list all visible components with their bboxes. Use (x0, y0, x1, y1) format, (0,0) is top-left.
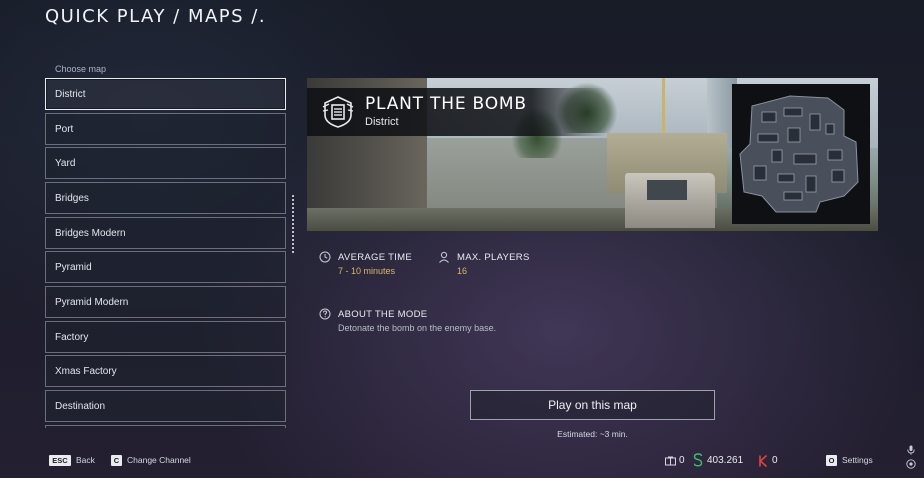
esc-key-hint: ESC (49, 455, 71, 466)
choose-map-label: Choose map (55, 64, 107, 74)
map-item-factory[interactable]: Factory (45, 321, 286, 353)
crown-icon (665, 456, 676, 466)
map-item-district[interactable]: District (45, 78, 286, 110)
map-list-scrollbar[interactable] (292, 195, 294, 255)
o-key-hint: O (826, 455, 837, 466)
map-item-label: Pyramid Modern (55, 296, 129, 308)
mode-title: PLANT THE BOMB (365, 94, 527, 114)
bomb-emblem-icon (322, 96, 354, 128)
map-item-label: Factory (55, 331, 89, 343)
banner-truck-window (647, 180, 687, 200)
map-item-label: Pyramid (55, 261, 92, 273)
about-mode-label: ABOUT THE MODE (338, 309, 428, 320)
map-item-label: Bridges Modern (55, 227, 126, 239)
minimap-layout (739, 95, 859, 213)
play-on-map-button[interactable]: Play on this map (470, 390, 715, 420)
max-players-value: 16 (457, 266, 468, 276)
map-item-bridges[interactable]: Bridges (45, 182, 286, 214)
map-item-label: Xmas Factory (55, 365, 117, 377)
map-banner: PLANT THE BOMB District (307, 78, 878, 231)
map-item-yard[interactable]: Yard (45, 147, 286, 179)
c-key-hint: C (111, 455, 122, 466)
max-players-label: MAX. PLAYERS (457, 252, 530, 263)
map-item-partial[interactable] (45, 425, 286, 428)
clock-icon (319, 251, 331, 263)
change-channel-button[interactable]: Change Channel (127, 455, 191, 465)
average-time-value: 7 - 10 minutes (338, 266, 396, 276)
settings-button[interactable]: Settings (842, 455, 873, 465)
kredits-icon (759, 455, 768, 467)
crowns-balance: 0 (679, 455, 685, 466)
voice-channel-icon[interactable] (906, 459, 916, 469)
back-button[interactable]: Back (76, 455, 95, 465)
map-item-port[interactable]: Port (45, 113, 286, 145)
map-item-label: Yard (55, 157, 76, 169)
average-time-label: AVERAGE TIME (338, 252, 412, 263)
player-icon (439, 251, 449, 263)
warbucks-icon (693, 453, 703, 467)
map-item-xmas-factory[interactable]: Xmas Factory (45, 355, 286, 387)
map-item-pyramid[interactable]: Pyramid (45, 251, 286, 283)
about-mode-description: Detonate the bomb on the enemy base. (338, 323, 497, 333)
map-item-label: District (55, 88, 86, 100)
page-title: QUICK PLAY / MAPS /. (45, 6, 267, 27)
warbucks-balance: 403.261 (707, 455, 744, 466)
map-item-label: Port (55, 123, 74, 135)
map-list: District Port Yard Bridges Bridges Moder… (45, 78, 287, 428)
map-item-bridges-modern[interactable]: Bridges Modern (45, 217, 286, 249)
mode-map-name: District (365, 116, 399, 128)
map-item-label: Destination (55, 400, 106, 412)
estimated-wait-time: Estimated: ~3 min. (557, 429, 628, 439)
map-item-destination[interactable]: Destination (45, 390, 286, 422)
map-item-pyramid-modern[interactable]: Pyramid Modern (45, 286, 286, 318)
minimap (732, 84, 870, 224)
question-icon (319, 308, 331, 320)
kredits-balance: 0 (772, 455, 778, 466)
microphone-icon[interactable] (906, 445, 916, 455)
map-item-label: Bridges (55, 192, 89, 204)
